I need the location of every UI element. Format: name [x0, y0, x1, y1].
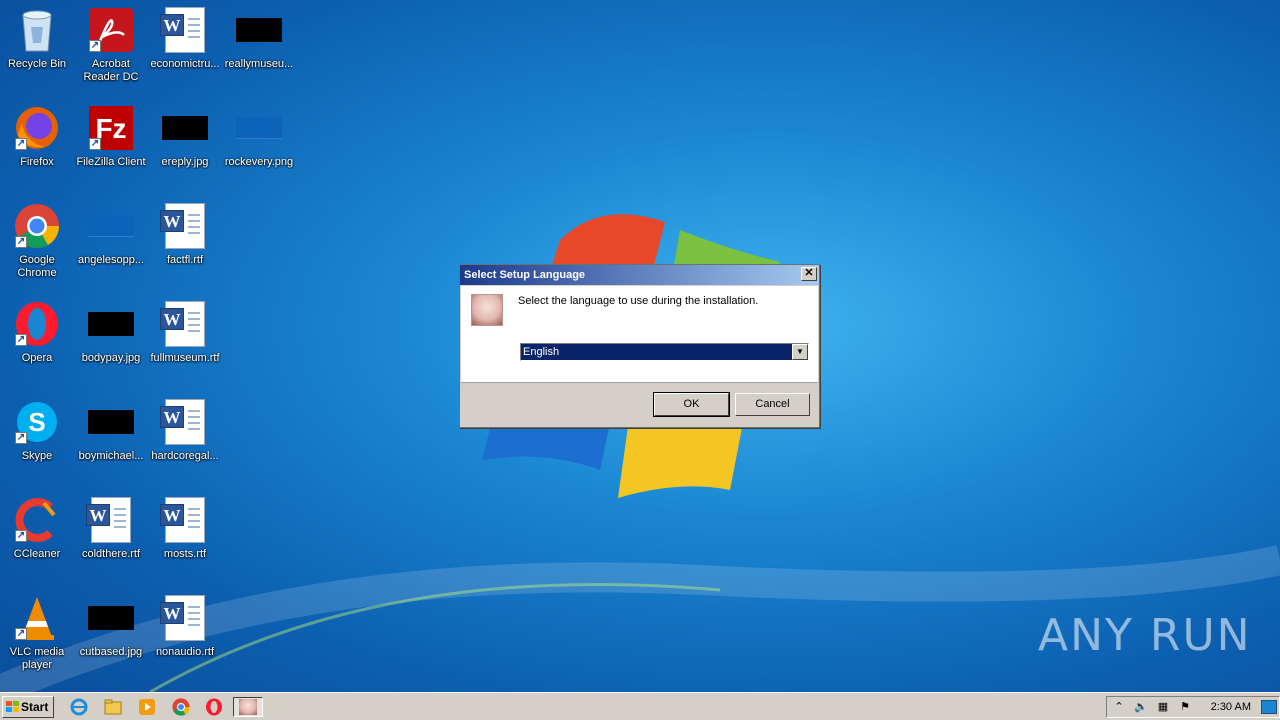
image-thumbnail-icon: [235, 104, 283, 152]
desktop-icon-rockevery[interactable]: rockevery.png: [222, 104, 296, 200]
network-icon[interactable]: ▦: [1155, 700, 1171, 714]
acrobat-icon: ↗: [87, 6, 135, 54]
taskbar: Start ⌃ 🔈 ▦ ⚑ 2:30 AM: [0, 692, 1280, 720]
setup-app-icon[interactable]: [233, 697, 263, 717]
desktop-icon-nonaudio[interactable]: W nonaudio.rtf: [148, 594, 222, 690]
desktop-icon-hardcoregal[interactable]: W hardcoregal...: [148, 398, 222, 494]
shortcut-arrow-icon: ↗: [15, 530, 27, 542]
volume-icon[interactable]: 🔈: [1133, 700, 1149, 714]
system-tray: ⌃ 🔈 ▦ ⚑ 2:30 AM: [1106, 696, 1280, 718]
opera-icon[interactable]: [203, 697, 225, 717]
image-thumbnail-icon: [87, 594, 135, 642]
desktop-icon-mosts[interactable]: W mosts.rtf: [148, 496, 222, 592]
dialog-body: Select the language to use during the in…: [461, 286, 818, 382]
dialog-titlebar[interactable]: Select Setup Language ✕: [460, 265, 819, 285]
chrome-icon: ↗: [13, 202, 61, 250]
word-rtf-icon: W: [160, 594, 209, 642]
shortcut-arrow-icon: ↗: [15, 432, 27, 444]
shortcut-arrow-icon: ↗: [15, 334, 27, 346]
desktop: Recycle Bin ↗ Firefox ↗ Google Chrome ↗ …: [0, 0, 1280, 692]
image-thumbnail-icon: [235, 6, 283, 54]
close-button[interactable]: ✕: [801, 267, 817, 281]
start-button[interactable]: Start: [2, 696, 54, 718]
word-rtf-icon: W: [160, 6, 209, 54]
cancel-button[interactable]: Cancel: [735, 393, 810, 416]
shortcut-arrow-icon: ↗: [89, 138, 101, 150]
svg-text:S: S: [28, 407, 45, 437]
desktop-icon-cutbased[interactable]: cutbased.jpg: [74, 594, 148, 690]
file-explorer-icon[interactable]: [102, 697, 124, 717]
vlc-icon: ↗: [13, 594, 61, 642]
recycle-bin-icon: [13, 6, 61, 54]
desktop-icon-recycle-bin[interactable]: Recycle Bin: [0, 6, 74, 102]
start-label: Start: [21, 700, 49, 714]
desktop-icon-firefox[interactable]: ↗ Firefox: [0, 104, 74, 200]
dialog-title: Select Setup Language: [464, 269, 586, 281]
shortcut-arrow-icon: ↗: [15, 628, 27, 640]
windows-flag-icon: [6, 701, 19, 712]
word-rtf-icon: W: [160, 496, 209, 544]
desktop-icon-boymichael[interactable]: boymichael...: [74, 398, 148, 494]
filezilla-icon: Fz ↗: [87, 104, 135, 152]
word-rtf-icon: W: [160, 300, 209, 348]
firefox-icon: ↗: [13, 104, 61, 152]
opera-icon: ↗: [13, 300, 61, 348]
watermark-logo: ANY RUN: [1038, 610, 1252, 661]
chevron-down-icon[interactable]: ▼: [792, 344, 808, 360]
ok-button[interactable]: OK: [653, 392, 730, 417]
image-thumbnail-icon: [87, 300, 135, 348]
image-thumbnail-icon: [87, 202, 135, 250]
desktop-icon-ccleaner[interactable]: ↗ CCleaner: [0, 496, 74, 592]
setup-language-dialog: Select Setup Language ✕ Select the langu…: [459, 264, 820, 428]
chrome-icon[interactable]: [170, 697, 192, 717]
dialog-divider: [461, 382, 818, 383]
desktop-icon-fullmuseum[interactable]: W fullmuseum.rtf: [148, 300, 222, 396]
desktop-icon-reallymuseu[interactable]: reallymuseu...: [222, 6, 296, 102]
desktop-icon-angelesopp[interactable]: angelesopp...: [74, 202, 148, 298]
clock[interactable]: 2:30 AM: [1211, 699, 1251, 715]
show-hidden-icons-icon[interactable]: ⌃: [1111, 700, 1127, 714]
language-select-value: English: [523, 346, 560, 358]
shortcut-arrow-icon: ↗: [89, 40, 101, 52]
dialog-message: Select the language to use during the in…: [518, 295, 759, 307]
media-player-icon[interactable]: [136, 697, 158, 717]
desktop-icon-skype[interactable]: S ↗ Skype: [0, 398, 74, 494]
ccleaner-icon: ↗: [13, 496, 61, 544]
word-rtf-icon: W: [86, 496, 135, 544]
word-rtf-icon: W: [160, 202, 209, 250]
internet-explorer-icon[interactable]: [68, 697, 90, 717]
setup-app-icon: [471, 294, 503, 326]
desktop-icon-chrome[interactable]: ↗ Google Chrome: [0, 202, 74, 298]
word-rtf-icon: W: [160, 398, 209, 446]
show-desktop-icon[interactable]: [1261, 700, 1277, 714]
desktop-icon-opera[interactable]: ↗ Opera: [0, 300, 74, 396]
desktop-icon-vlc[interactable]: ↗ VLC media player: [0, 594, 74, 690]
desktop-icon-factfl[interactable]: W factfl.rtf: [148, 202, 222, 298]
desktop-icon-filezilla[interactable]: Fz ↗ FileZilla Client: [74, 104, 148, 200]
skype-icon: S ↗: [13, 398, 61, 446]
shortcut-arrow-icon: ↗: [15, 236, 27, 248]
desktop-icon-economictru[interactable]: W economictru...: [148, 6, 222, 102]
language-select[interactable]: English ▼: [520, 343, 809, 361]
close-icon: ✕: [804, 267, 814, 279]
desktop-icon-coldthere[interactable]: W coldthere.rtf: [74, 496, 148, 592]
image-thumbnail-icon: [161, 104, 209, 152]
shortcut-arrow-icon: ↗: [15, 138, 27, 150]
desktop-icon-acrobat[interactable]: ↗ Acrobat Reader DC: [74, 6, 148, 102]
image-thumbnail-icon: [87, 398, 135, 446]
action-center-flag-icon[interactable]: ⚑: [1177, 700, 1193, 714]
desktop-icon-ereply[interactable]: ereply.jpg: [148, 104, 222, 200]
desktop-icon-bodypay[interactable]: bodypay.jpg: [74, 300, 148, 396]
